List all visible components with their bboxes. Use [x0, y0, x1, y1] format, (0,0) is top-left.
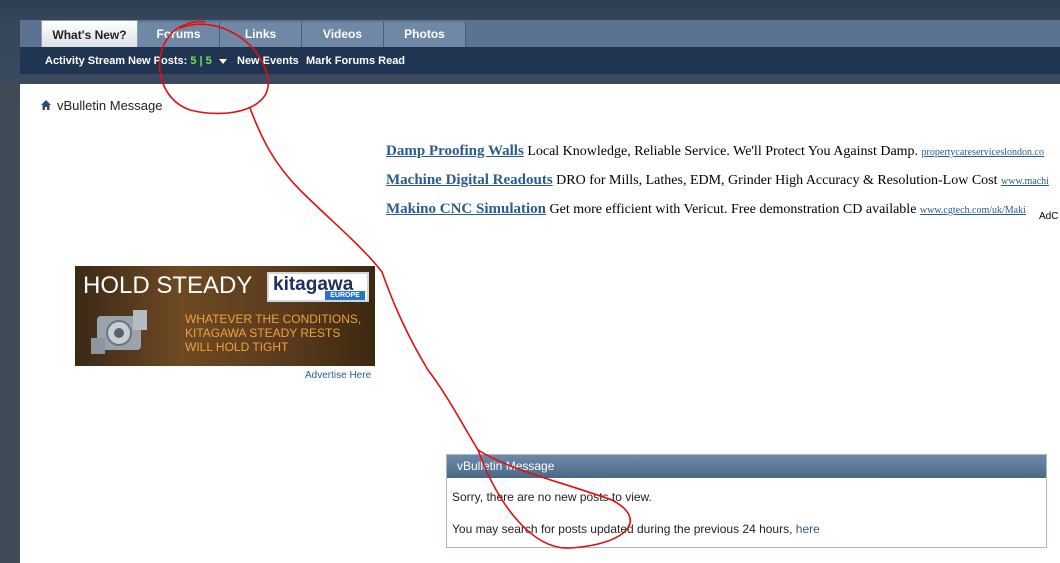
kitagawa-banner-ad[interactable]: HOLD STEADY kitagawa EUROPE WHATEVER THE… — [75, 266, 375, 366]
breadcrumb: vBulletin Message — [40, 98, 163, 114]
adchoices-label[interactable]: AdC — [1039, 211, 1058, 222]
ad-text: DRO for Mills, Lathes, EDM, Grinder High… — [556, 173, 998, 188]
tab-videos[interactable]: Videos — [302, 22, 384, 47]
tab-forums[interactable]: Forums — [138, 22, 220, 47]
page-title: vBulletin Message — [57, 98, 163, 113]
kitagawa-logo: kitagawa EUROPE — [267, 272, 369, 302]
activity-stream-link[interactable]: Activity Stream — [45, 55, 125, 67]
ad-url-link[interactable]: propertycareserviceslondon.co — [922, 147, 1044, 158]
ad-line: Makino CNC Simulation Get more efficient… — [386, 201, 1036, 218]
ad-title-link[interactable]: Machine Digital Readouts — [386, 172, 553, 188]
ad-url-link[interactable]: www.machi — [1001, 176, 1049, 187]
tab-photos[interactable]: Photos — [384, 22, 466, 47]
ad-line: Damp Proofing Walls Local Knowledge, Rel… — [386, 143, 1044, 160]
banner-headline: HOLD STEADY — [83, 272, 253, 299]
tab-whats-new[interactable]: What's New? — [41, 20, 138, 50]
ad-title-link[interactable]: Makino CNC Simulation — [386, 201, 546, 217]
new-posts-link[interactable]: New Posts: 5 | 5 — [128, 55, 227, 67]
ad-text: Get more efficient with Vericut. Free de… — [549, 202, 917, 217]
tab-links[interactable]: Links — [220, 22, 302, 47]
ad-text: Local Knowledge, Reliable Service. We'll… — [527, 144, 919, 159]
message-box: vBulletin Message Sorry, there are no ne… — [446, 454, 1047, 548]
new-events-link[interactable]: New Events — [237, 55, 299, 67]
logo-subtext: EUROPE — [325, 291, 365, 300]
home-icon[interactable] — [40, 99, 52, 114]
ad-url-link[interactable]: www.cgtech.com/uk/Maki — [920, 205, 1026, 216]
banner-copy: WHATEVER THE CONDITIONS, KITAGAWA STEADY… — [185, 312, 362, 354]
new-posts-label: New Posts: — [128, 55, 188, 67]
steady-rest-image — [91, 310, 147, 354]
message-search-text: You may search for posts updated during … — [452, 522, 793, 536]
ad-line: Machine Digital Readouts DRO for Mills, … — [386, 172, 1049, 189]
message-text: Sorry, there are no new posts to view. — [452, 490, 652, 504]
message-search-line: You may search for posts updated during … — [452, 522, 820, 536]
message-header: vBulletin Message — [447, 455, 1046, 478]
search-here-link[interactable]: here — [796, 522, 820, 536]
advertise-here-link[interactable]: Advertise Here — [305, 370, 371, 381]
new-posts-count: 5 | 5 — [190, 55, 212, 67]
mark-forums-read-link[interactable]: Mark Forums Read — [306, 55, 405, 67]
chevron-down-icon[interactable] — [218, 58, 227, 64]
ad-title-link[interactable]: Damp Proofing Walls — [386, 143, 524, 159]
